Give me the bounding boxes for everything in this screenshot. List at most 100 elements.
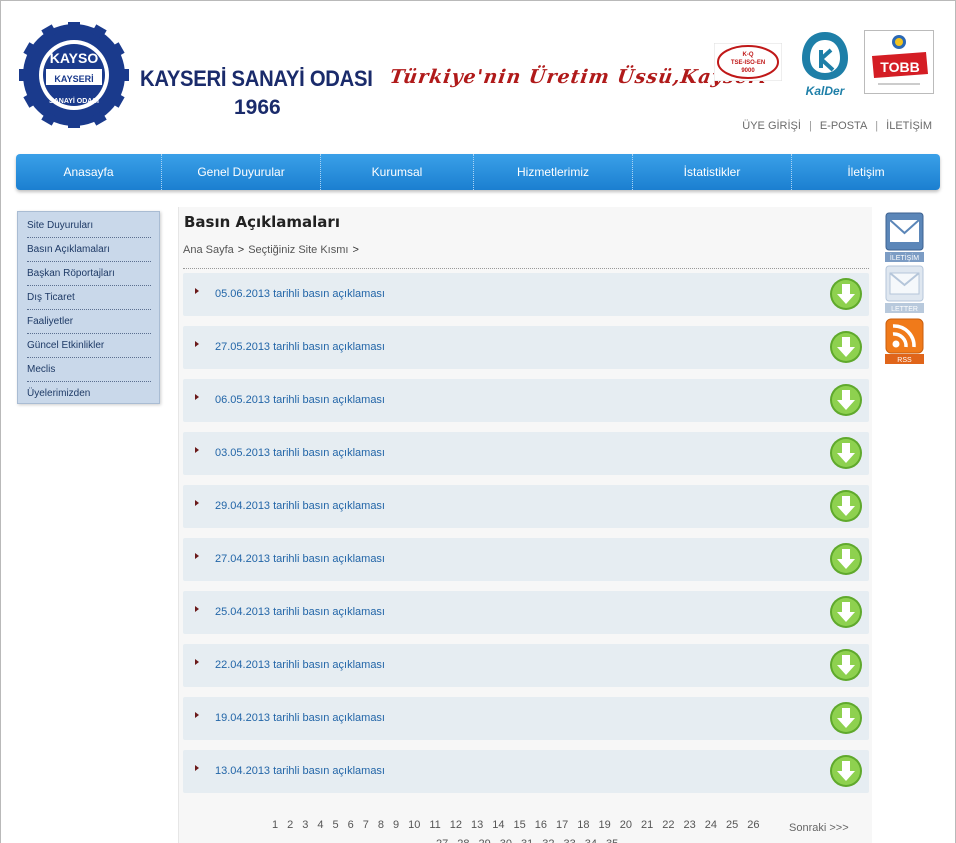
download-icon[interactable] (829, 648, 863, 682)
sidebar-item-meclis[interactable]: Meclis (27, 358, 151, 382)
press-release-link[interactable]: 22.04.2013 tarihli basın açıklaması (215, 659, 385, 671)
bullet-arrow-icon (195, 606, 199, 612)
sidebar-item-uyelerimizden[interactable]: Üyelerimizden (27, 382, 151, 406)
page-link[interactable]: 33 (564, 835, 576, 843)
breadcrumb-home[interactable]: Ana Sayfa (183, 244, 234, 256)
rss-icon[interactable]: RSS (885, 318, 924, 364)
download-icon[interactable] (829, 436, 863, 470)
list-item: 19.04.2013 tarihli basın açıklaması (183, 697, 869, 740)
kayso-logo[interactable]: KAYSO KAYSERİ SANAYİ ODASI (16, 22, 132, 128)
nav-istatistikler[interactable]: İstatistikler (633, 154, 792, 190)
page-link[interactable]: 29 (479, 835, 491, 843)
page-link[interactable]: 22 (662, 816, 674, 835)
sidebar-item-dis-ticaret[interactable]: Dış Ticaret (27, 286, 151, 310)
uye-girisi-link[interactable]: ÜYE GİRİŞİ (742, 120, 801, 132)
nav-genel-duyurular[interactable]: Genel Duyurular (162, 154, 321, 190)
sidebar-item-site-duyurulari[interactable]: Site Duyuruları (27, 214, 151, 238)
sidebar-item-basin-aciklamalari[interactable]: Basın Açıklamaları (27, 238, 151, 262)
page-link[interactable]: 10 (408, 816, 420, 835)
list-item: 25.04.2013 tarihli basın açıklaması (183, 591, 869, 634)
page-link[interactable]: 35 (606, 835, 618, 843)
sidebar-item-baskan-roportajlari[interactable]: Başkan Röportajları (27, 262, 151, 286)
page-link[interactable]: 24 (705, 816, 717, 835)
sidebar-item-guncel-etkinlikler[interactable]: Güncel Etkinlikler (27, 334, 151, 358)
page-link[interactable]: 7 (363, 816, 369, 835)
tse-line-3: 9000 (741, 68, 755, 74)
page-link[interactable]: 21 (641, 816, 653, 835)
list-item: 05.06.2013 tarihli basın açıklaması (183, 273, 869, 316)
page-link[interactable]: 30 (500, 835, 512, 843)
iletisim-mail-icon[interactable]: İLETİŞİM (885, 212, 924, 262)
press-release-link[interactable]: 03.05.2013 tarihli basın açıklaması (215, 447, 385, 459)
page-link[interactable]: 27 (436, 835, 448, 843)
page-link[interactable]: 20 (620, 816, 632, 835)
bullet-arrow-icon (195, 553, 199, 559)
nav-hizmetlerimiz[interactable]: Hizmetlerimiz (474, 154, 633, 190)
download-icon[interactable] (829, 277, 863, 311)
download-icon[interactable] (829, 754, 863, 788)
download-icon[interactable] (829, 383, 863, 417)
press-release-link[interactable]: 27.05.2013 tarihli basın açıklaması (215, 341, 385, 353)
page-link[interactable]: 17 (556, 816, 568, 835)
page-link[interactable]: 23 (684, 816, 696, 835)
page-link[interactable]: 8 (378, 816, 384, 835)
press-release-link[interactable]: 05.06.2013 tarihli basın açıklaması (215, 288, 385, 300)
page-link[interactable]: 12 (450, 816, 462, 835)
sidebar: Site Duyuruları Basın Açıklamaları Başka… (17, 211, 160, 404)
list-item: 13.04.2013 tarihli basın açıklaması (183, 750, 869, 793)
nav-kurumsal[interactable]: Kurumsal (321, 154, 474, 190)
e-posta-link[interactable]: E-POSTA (820, 120, 867, 132)
sidebar-item-faaliyetler[interactable]: Faaliyetler (27, 310, 151, 334)
press-release-link[interactable]: 29.04.2013 tarihli basın açıklaması (215, 500, 385, 512)
bullet-arrow-icon (195, 659, 199, 665)
press-release-link[interactable]: 06.05.2013 tarihli basın açıklaması (215, 394, 385, 406)
page-link[interactable]: 26 (747, 816, 759, 835)
page-link[interactable]: 9 (393, 816, 399, 835)
rss-icon-label: RSS (897, 357, 912, 364)
breadcrumb: Ana Sayfa > Seçtiğiniz Site Kısmı > (183, 244, 363, 256)
nav-anasayfa[interactable]: Anasayfa (16, 154, 162, 190)
iletisim-icon-label: İLETİŞİM (890, 253, 919, 262)
page-link[interactable]: 34 (585, 835, 597, 843)
next-page-link[interactable]: Sonraki >>> (789, 822, 849, 834)
page-link[interactable]: 2 (287, 816, 293, 835)
kalder-text: KalDer (806, 84, 846, 98)
page-link[interactable]: 19 (599, 816, 611, 835)
logo-text-ring: SANAYİ ODASI (49, 97, 99, 105)
download-icon[interactable] (829, 595, 863, 629)
page-link[interactable]: 25 (726, 816, 738, 835)
kalder-logo[interactable]: KalDer (794, 28, 856, 100)
press-release-link[interactable]: 19.04.2013 tarihli basın açıklaması (215, 712, 385, 724)
tse-badge-logo[interactable]: K-Q TSE-ISO-EN 9000 (714, 43, 782, 81)
press-release-link[interactable]: 27.04.2013 tarihli basın açıklaması (215, 553, 385, 565)
bullet-arrow-icon (195, 288, 199, 294)
page-link[interactable]: 13 (471, 816, 483, 835)
letter-icon[interactable]: LETTER (885, 265, 924, 313)
main-nav: Anasayfa Genel Duyurular Kurumsal Hizmet… (16, 154, 940, 190)
page-link[interactable]: 1 (272, 816, 278, 835)
tobb-logo[interactable]: TOBB (864, 30, 934, 94)
iletisim-link[interactable]: İLETİŞİM (886, 120, 932, 132)
page-link[interactable]: 4 (317, 816, 323, 835)
page-link[interactable]: 14 (492, 816, 504, 835)
breadcrumb-separator: > (237, 244, 245, 256)
page-link[interactable]: 5 (333, 816, 339, 835)
page-link[interactable]: 16 (535, 816, 547, 835)
download-icon[interactable] (829, 489, 863, 523)
press-release-link[interactable]: 13.04.2013 tarihli basın açıklaması (215, 765, 385, 777)
page-link[interactable]: 18 (577, 816, 589, 835)
page-numbers: 1 2 3 4 5 6 7 8 9 10 11 12 13 14 15 16 17 18 19 20 21 22 23 24 2… (272, 816, 792, 843)
page-link[interactable]: 28 (457, 835, 469, 843)
page-link[interactable]: 6 (348, 816, 354, 835)
page-link[interactable]: 32 (542, 835, 554, 843)
breadcrumb-current[interactable]: Seçtiğiniz Site Kısmı (248, 244, 348, 256)
page-link[interactable]: 31 (521, 835, 533, 843)
page-link[interactable]: 3 (302, 816, 308, 835)
download-icon[interactable] (829, 542, 863, 576)
download-icon[interactable] (829, 330, 863, 364)
nav-iletisim[interactable]: İletişim (792, 154, 940, 190)
download-icon[interactable] (829, 701, 863, 735)
page-link[interactable]: 15 (514, 816, 526, 835)
press-release-link[interactable]: 25.04.2013 tarihli basın açıklaması (215, 606, 385, 618)
page-link[interactable]: 11 (429, 816, 440, 835)
